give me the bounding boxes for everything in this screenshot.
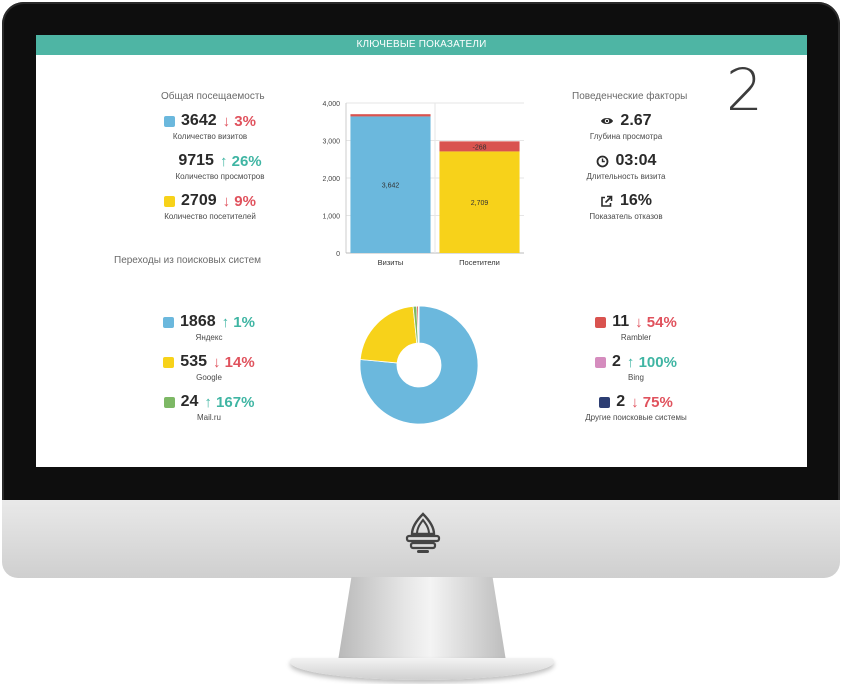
bar-data-label: 2,709 [471, 200, 489, 207]
bing-change: ↑ 100% [626, 353, 677, 371]
mailru-label: Mail.ru [196, 413, 221, 422]
other-search-metric: 2 ↓ 75% Другие поисковые системы [566, 392, 706, 422]
depth-value: 2.67 [620, 112, 652, 129]
visitors-change: ↓ 9% [222, 192, 256, 210]
rambler-value: 11 [612, 313, 630, 330]
rambler-metric: 11 ↓ 54% Rambler [566, 312, 706, 342]
views-value: 9715 [178, 152, 214, 169]
logo-icon [405, 512, 441, 553]
bounce-metric: 16% Показатель отказов [576, 191, 676, 221]
y-tick-label: 3,000 [322, 139, 340, 146]
google-metric: 535 ↓ 14% Google [154, 352, 264, 382]
y-tick-label: 2,000 [322, 176, 340, 183]
mailru-swatch [163, 396, 175, 408]
visits-label: Количество визитов [172, 132, 248, 141]
yandex-metric: 1868 ↑ 1% Яндекс [154, 312, 264, 342]
mailru-metric: 24 ↑ 167% Mail.ru [154, 392, 264, 422]
attendance-bar-chart: 0 1,000 2,000 3,000 4,000 3,642 Визиты 2,709 -26… [322, 101, 524, 267]
other-search-value: 2 [616, 393, 626, 410]
rambler-change: ↓ 54% [635, 313, 677, 331]
bounce-value: 16% [619, 192, 653, 209]
rambler-swatch [595, 316, 607, 328]
attendance-title: Общая посещаемость [161, 91, 265, 102]
visitors-swatch [164, 195, 176, 207]
google-label: Google [196, 373, 222, 382]
depth-label: Глубина просмотра [589, 132, 663, 141]
duration-metric: 03:04 Длительность визита [576, 151, 676, 181]
google-value: 535 [180, 353, 207, 370]
visits-metric: 3642 ↓ 3% Количество визитов [150, 111, 270, 141]
duration-label: Длительность визита [586, 172, 666, 181]
duration-value: 03:04 [615, 152, 657, 169]
y-tick-label: 4,000 [322, 101, 340, 108]
visitors-label: Количество посетителей [164, 212, 256, 221]
y-tick-label: 1,000 [322, 214, 340, 221]
yandex-change: ↑ 1% [221, 313, 255, 331]
bar-segment [350, 114, 431, 117]
other-search-change: ↓ 75% [631, 393, 673, 411]
bar-data-label: 3,642 [382, 183, 400, 190]
search-donut-chart [359, 305, 479, 425]
bing-swatch [595, 356, 607, 368]
clock-icon [596, 154, 610, 168]
visits-change: ↓ 3% [222, 112, 256, 130]
visits-value: 3642 [181, 112, 217, 129]
x-tick-label: Визиты [378, 258, 404, 267]
yandex-value: 1868 [180, 313, 216, 330]
mailru-value: 24 [180, 393, 199, 410]
rambler-label: Rambler [620, 333, 652, 342]
external-link-icon [600, 194, 614, 208]
mailru-change: ↑ 167% [204, 393, 255, 411]
other-search-label: Другие поисковые системы [585, 413, 687, 422]
google-change: ↓ 14% [213, 353, 255, 371]
views-change: ↑ 26% [219, 152, 262, 170]
bounce-label: Показатель отказов [589, 212, 663, 221]
yandex-label: Яндекс [195, 333, 223, 342]
eye-icon [600, 114, 614, 128]
monitor-stand-neck [338, 577, 506, 661]
views-metric: 9715 ↑ 26% Количество просмотров [160, 151, 280, 181]
bing-label: Bing [627, 373, 644, 382]
page-title: КЛЮЧЕВЫЕ ПОКАЗАТЕЛИ [36, 35, 807, 55]
x-tick-label: Посетители [459, 258, 500, 267]
behavior-title: Поведенческие факторы [572, 91, 688, 102]
monitor-stand-base [290, 658, 554, 680]
search-title: Переходы из поисковых систем [114, 255, 262, 266]
visitors-value: 2709 [181, 192, 217, 209]
yandex-swatch [163, 316, 175, 328]
visitors-metric: 2709 ↓ 9% Количество посетителей [150, 191, 270, 221]
bar-data-label: -268 [472, 144, 486, 151]
depth-metric: 2.67 Глубина просмотра [576, 111, 676, 141]
views-label: Количество просмотров [175, 172, 265, 181]
bing-value: 2 [612, 353, 621, 370]
other-search-swatch [599, 396, 611, 408]
donut-slice [359, 305, 418, 364]
bing-metric: 2 ↑ 100% Bing [566, 352, 706, 382]
screen: КЛЮЧЕВЫЕ ПОКАЗАТЕЛИ 2 Общая посещаемость… [36, 35, 807, 467]
visits-swatch [164, 115, 176, 127]
google-swatch [163, 356, 175, 368]
page-number: 2 [726, 56, 763, 124]
y-tick-label: 0 [336, 251, 340, 258]
